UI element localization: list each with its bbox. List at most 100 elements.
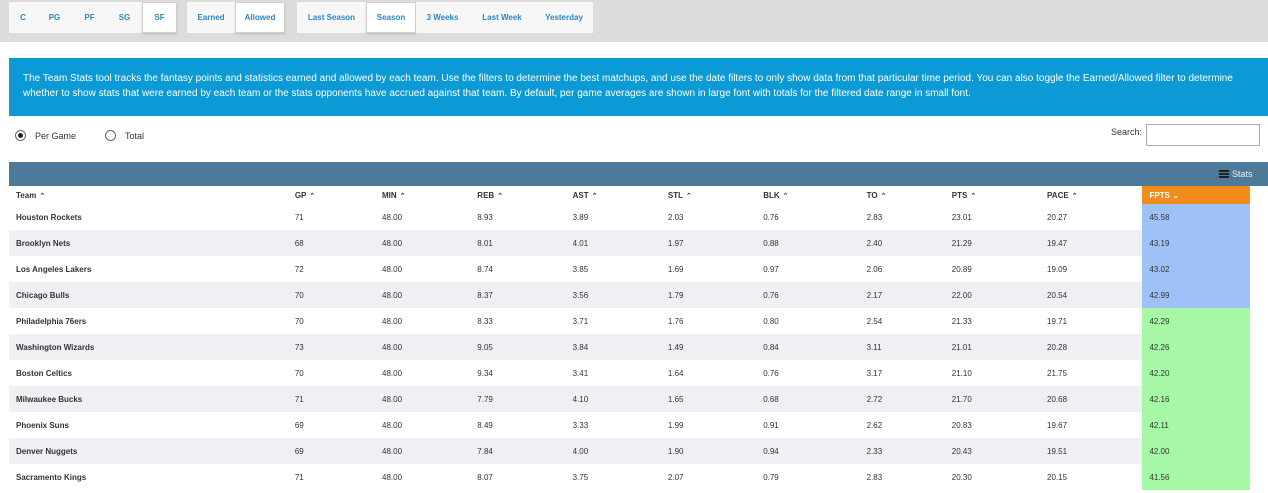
cell-fpts: 42.20 bbox=[1142, 360, 1250, 386]
cell-to: 2.33 bbox=[859, 438, 945, 464]
column-header-team[interactable]: Team ⌃ bbox=[9, 186, 288, 204]
last-season-button[interactable]: Last Season bbox=[297, 2, 366, 33]
table-row: Phoenix Suns 69 48.00 8.49 3.33 1.99 0.91 2.62 2… bbox=[9, 412, 1250, 438]
last-week-button[interactable]: Last Week bbox=[469, 2, 535, 33]
cell-reb: 8.01 bbox=[470, 230, 566, 256]
cell-team[interactable]: Milwaukee Bucks bbox=[9, 386, 288, 412]
column-header-pts[interactable]: PTS ⌃ bbox=[944, 186, 1041, 204]
cell-min: 48.00 bbox=[375, 464, 471, 490]
cell-blk: 0.68 bbox=[756, 386, 860, 412]
column-header-blk[interactable]: BLK ⌃ bbox=[756, 186, 860, 204]
position-button-sg[interactable]: SG bbox=[107, 2, 142, 33]
sort-asc-icon: ⌃ bbox=[497, 192, 504, 200]
column-header-ast[interactable]: AST ⌃ bbox=[565, 186, 661, 204]
cell-pts: 21.01 bbox=[944, 334, 1041, 360]
cell-team[interactable]: Phoenix Suns bbox=[9, 412, 288, 438]
cell-team[interactable]: Denver Nuggets bbox=[9, 438, 288, 464]
cell-pace: 19.47 bbox=[1040, 230, 1143, 256]
cell-min: 48.00 bbox=[375, 282, 471, 308]
total-radio[interactable] bbox=[105, 130, 117, 141]
cell-stl: 1.65 bbox=[660, 386, 757, 412]
cell-reb: 8.93 bbox=[470, 204, 566, 230]
position-button-c[interactable]: C bbox=[9, 2, 37, 33]
cell-min: 48.00 bbox=[375, 230, 471, 256]
cell-stl: 1.97 bbox=[660, 230, 757, 256]
cell-min: 48.00 bbox=[375, 438, 471, 464]
cell-pts: 20.43 bbox=[944, 438, 1041, 464]
view-mode-radios: Per Game Total bbox=[15, 130, 144, 141]
table-row: Sacramento Kings 71 48.00 8.07 3.75 2.07 0.79 2… bbox=[9, 464, 1250, 490]
cell-gp: 70 bbox=[287, 360, 375, 386]
cell-pts: 23.01 bbox=[944, 204, 1041, 230]
column-header-fpts[interactable]: FPTS ⌄ bbox=[1142, 186, 1250, 204]
position-button-sf[interactable]: SF bbox=[142, 2, 177, 33]
cell-team[interactable]: Sacramento Kings bbox=[9, 464, 288, 490]
cell-blk: 0.76 bbox=[756, 360, 860, 386]
cell-pts: 21.70 bbox=[944, 386, 1041, 412]
sort-asc-icon: ⌃ bbox=[686, 192, 692, 200]
cell-team[interactable]: Philadelphia 76ers bbox=[9, 308, 288, 334]
cell-fpts: 45.58 bbox=[1142, 204, 1250, 230]
cell-stl: 1.79 bbox=[660, 282, 757, 308]
cell-reb: 8.07 bbox=[470, 464, 566, 490]
season-button[interactable]: Season bbox=[366, 2, 416, 33]
column-header-pace[interactable]: PACE ⌃ bbox=[1040, 186, 1143, 204]
cell-blk: 0.91 bbox=[756, 412, 860, 438]
cell-ast: 3.33 bbox=[565, 412, 661, 438]
cell-stl: 1.49 bbox=[660, 334, 757, 360]
per-game-radio[interactable] bbox=[15, 130, 26, 141]
cell-blk: 0.76 bbox=[756, 204, 860, 230]
cell-gp: 73 bbox=[287, 334, 375, 360]
per-game-label: Per Game bbox=[35, 130, 77, 141]
team-stats-table: Team ⌃ GP ⌃ MIN ⌃ REB ⌃ AST ⌃ STL ⌃ BLK ⌃ TO ⌃ PTS ⌃ PACE ⌃… bbox=[9, 186, 1250, 490]
column-header-to[interactable]: TO ⌃ bbox=[859, 186, 945, 204]
cell-pace: 19.09 bbox=[1040, 256, 1143, 282]
cell-team[interactable]: Washington Wizards bbox=[9, 334, 288, 360]
cell-fpts: 41.56 bbox=[1142, 464, 1250, 490]
earned-button[interactable]: Earned bbox=[187, 2, 235, 33]
cell-stl: 2.03 bbox=[660, 204, 757, 230]
cell-ast: 4.01 bbox=[565, 230, 661, 256]
cell-to: 2.17 bbox=[859, 282, 945, 308]
cell-team[interactable]: Boston Celtics bbox=[9, 360, 288, 386]
column-header-label: GP bbox=[294, 190, 307, 200]
cell-fpts: 42.00 bbox=[1142, 438, 1250, 464]
cell-fpts: 43.02 bbox=[1142, 256, 1250, 282]
cell-team[interactable]: Los Angeles Lakers bbox=[9, 256, 288, 282]
table-header-row: Team ⌃ GP ⌃ MIN ⌃ REB ⌃ AST ⌃ STL ⌃ BLK ⌃ TO ⌃ PTS ⌃ PACE ⌃… bbox=[9, 186, 1250, 204]
column-header-gp[interactable]: GP ⌃ bbox=[287, 186, 375, 204]
cell-gp: 69 bbox=[287, 412, 375, 438]
cell-ast: 3.84 bbox=[565, 334, 661, 360]
cell-gp: 69 bbox=[287, 438, 375, 464]
stats-column-toggle[interactable]: Stats bbox=[1219, 169, 1253, 179]
cell-gp: 70 bbox=[287, 282, 375, 308]
cell-ast: 3.85 bbox=[565, 256, 661, 282]
column-header-label: PACE bbox=[1047, 190, 1069, 200]
table-row: Philadelphia 76ers 70 48.00 8.33 3.71 1.76 0.8… bbox=[9, 308, 1250, 334]
earned-allowed-group: Earned Allowed bbox=[187, 2, 285, 33]
allowed-button[interactable]: Allowed bbox=[235, 2, 285, 33]
column-header-stl[interactable]: STL ⌃ bbox=[660, 186, 757, 204]
column-header-min[interactable]: MIN ⌃ bbox=[375, 186, 471, 204]
cell-min: 48.00 bbox=[375, 256, 471, 282]
date-range-group: Last Season Season 3 Weeks Last Week Yes… bbox=[297, 2, 593, 33]
cell-pace: 20.27 bbox=[1040, 204, 1143, 230]
cell-to: 3.11 bbox=[859, 334, 945, 360]
search-input[interactable] bbox=[1146, 124, 1260, 146]
table-row: Chicago Bulls 70 48.00 8.37 3.56 1.79 0.76 2.17… bbox=[9, 282, 1250, 308]
cell-team[interactable]: Brooklyn Nets bbox=[9, 230, 288, 256]
column-header-label: Team bbox=[16, 190, 37, 200]
yesterday-button[interactable]: Yesterday bbox=[535, 2, 593, 33]
column-header-label: REB bbox=[477, 190, 495, 200]
cell-fpts: 42.26 bbox=[1142, 334, 1250, 360]
cell-team[interactable]: Chicago Bulls bbox=[9, 282, 288, 308]
cell-reb: 9.05 bbox=[470, 334, 566, 360]
column-header-reb[interactable]: REB ⌃ bbox=[470, 186, 566, 204]
3-weeks-button[interactable]: 3 Weeks bbox=[416, 2, 469, 33]
position-button-pg[interactable]: PG bbox=[37, 2, 72, 33]
cell-blk: 0.84 bbox=[756, 334, 860, 360]
cell-to: 2.06 bbox=[859, 256, 945, 282]
position-button-pf[interactable]: PF bbox=[72, 2, 107, 33]
cell-reb: 8.37 bbox=[470, 282, 566, 308]
cell-team[interactable]: Houston Rockets bbox=[9, 204, 288, 230]
